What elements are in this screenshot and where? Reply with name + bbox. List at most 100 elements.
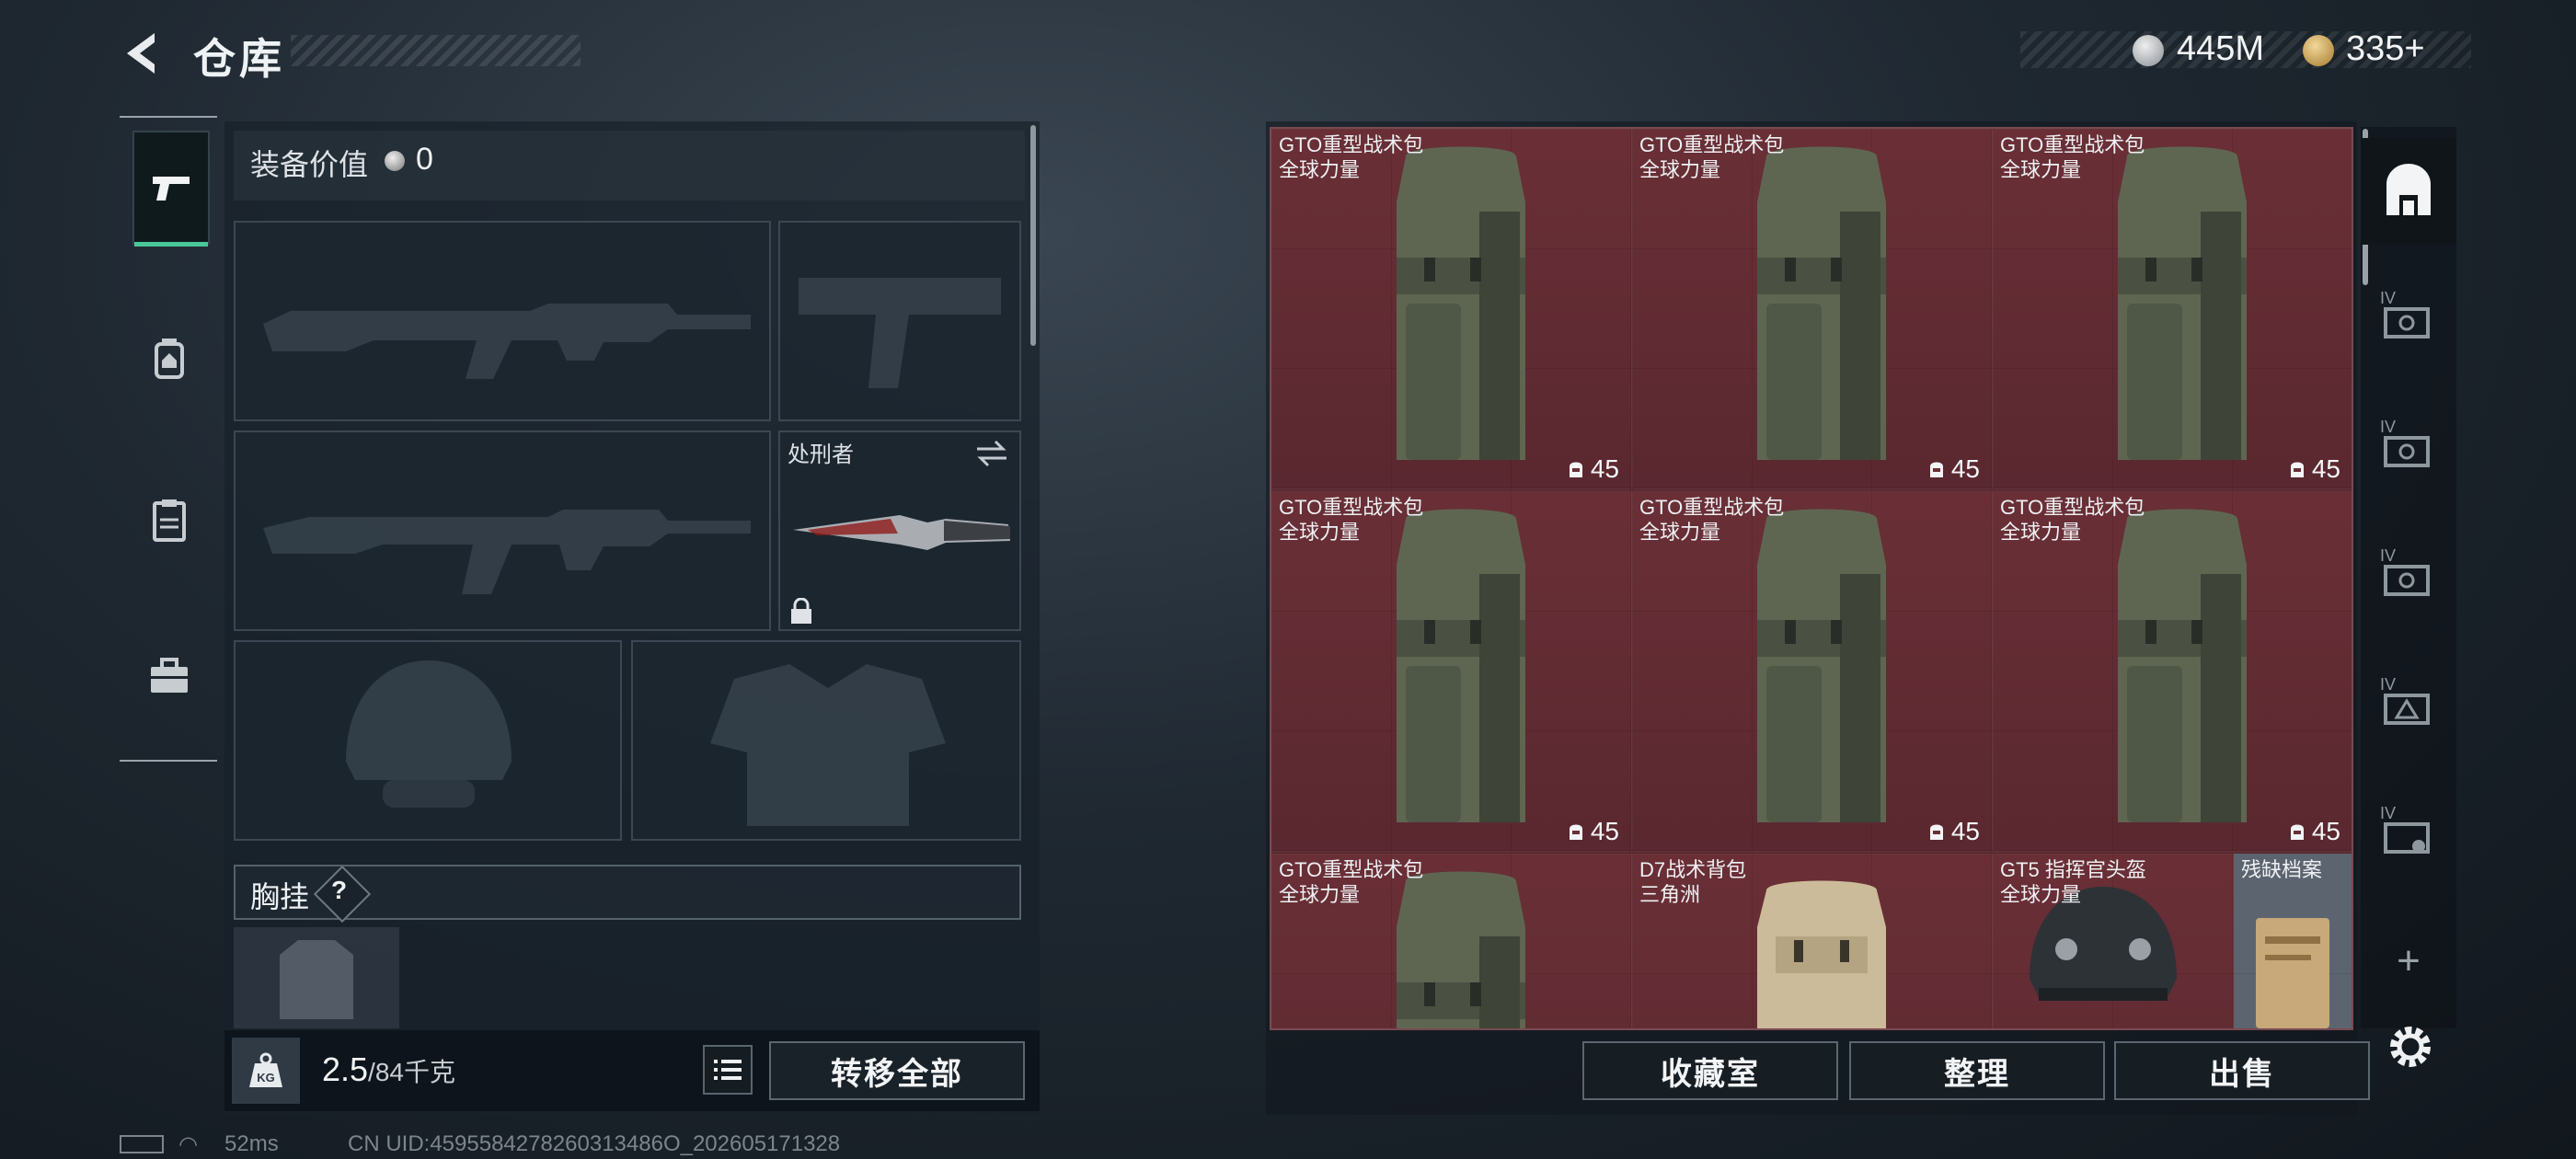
- item-name: GTO重型战术包 全球力量: [2000, 132, 2145, 182]
- item-title: GTO重型战术包: [1639, 133, 1785, 156]
- sidebar-tab-backpack[interactable]: [132, 304, 206, 414]
- equipment-value-amount: 0: [416, 142, 433, 177]
- item-capacity-value: 45: [2311, 817, 2340, 845]
- pistol-icon: [153, 177, 190, 201]
- backpack-icon: [155, 339, 184, 379]
- rifle-silhouette-icon: [263, 304, 751, 379]
- item-name: GT5 指挥官头盔 全球力量: [2000, 857, 2146, 907]
- item-title: GTO重型战术包: [1639, 496, 1785, 519]
- item-capacity-value: 45: [1950, 454, 1980, 483]
- svg-text:IV: IV: [2380, 418, 2396, 436]
- sell-button[interactable]: 出售: [2114, 1041, 2370, 1100]
- equipment-scrollbar[interactable]: [1030, 125, 1036, 346]
- storage-item[interactable]: GTO重型战术包 全球力量 45: [1271, 129, 1632, 489]
- list-view-button[interactable]: [703, 1045, 753, 1095]
- primary-weapon-slot-2[interactable]: [234, 430, 771, 631]
- sidebar-tab-toolbox[interactable]: [132, 622, 206, 732]
- backpack-green-image: [1730, 138, 1914, 483]
- item-name: GTO重型战术包 全球力量: [1279, 857, 1423, 907]
- transfer-all-button[interactable]: 转移全部: [769, 1041, 1025, 1100]
- storage-tab-main[interactable]: [2361, 138, 2456, 245]
- warehouse-icon: [2386, 164, 2431, 215]
- capacity-icon: [1569, 462, 1582, 477]
- armor-silhouette-icon: [710, 664, 946, 826]
- helmet-slot[interactable]: [234, 640, 622, 841]
- item-capacity-value: 45: [1590, 817, 1619, 845]
- item-title: GTO重型战术包: [1279, 496, 1424, 519]
- weight-icon: KG: [232, 1038, 300, 1104]
- chest-rig-silhouette-icon: [280, 940, 353, 1019]
- melee-slot[interactable]: 处刑者: [778, 430, 1021, 631]
- sidebar-tab-vest[interactable]: [132, 465, 206, 576]
- backpack-green-image: [2090, 500, 2274, 845]
- weight-max: /84千克: [368, 1058, 455, 1086]
- capacity-icon: [1929, 824, 1943, 840]
- chest-rig-slot[interactable]: [234, 927, 399, 1028]
- backpack-green-image: [2090, 138, 2274, 483]
- primary-weapon-slot-1[interactable]: [234, 221, 771, 421]
- item-faction: 全球力量: [1639, 521, 1721, 544]
- storage-item[interactable]: GT5 指挥官头盔 全球力量: [1993, 854, 2234, 1028]
- svg-text:IV: IV: [2380, 804, 2396, 822]
- item-title: D7战术背包: [1639, 858, 1747, 881]
- storage-item[interactable]: 残缺档案: [2234, 854, 2352, 1028]
- item-faction: 全球力量: [2000, 883, 2082, 906]
- backpack-green-image: [1730, 500, 1914, 845]
- battery-icon: [120, 1135, 164, 1153]
- item-capacity: 45: [1927, 454, 1980, 484]
- item-faction: 全球力量: [1279, 521, 1361, 544]
- storage-item[interactable]: GTO重型战术包 全球力量 45: [1993, 491, 2352, 852]
- storage-item[interactable]: GTO重型战术包 全球力量 45: [1632, 491, 1993, 852]
- item-faction: 三角洲: [1639, 883, 1701, 906]
- storage-item[interactable]: D7战术背包 三角洲: [1632, 854, 1993, 1028]
- user-uid: CN UID:4595584278260313486O_202605171328: [348, 1131, 841, 1156]
- list-icon: [714, 1060, 742, 1080]
- storage-tab-iv-1[interactable]: IV: [2361, 263, 2456, 370]
- item-capacity-value: 45: [1950, 817, 1980, 845]
- item-capacity: 45: [1927, 817, 1980, 846]
- equipment-value-coin-icon: [385, 151, 405, 171]
- item-title: 残缺档案: [2241, 858, 2323, 881]
- storage-tab-iv-2[interactable]: IV: [2361, 392, 2456, 499]
- expansion-case-icon: IV: [2380, 675, 2430, 725]
- page-title: 仓库: [193, 35, 285, 83]
- weight-current: 2.5: [322, 1050, 369, 1088]
- silver-coin-icon: [2133, 35, 2164, 66]
- item-capacity: 45: [1567, 454, 1619, 484]
- item-capacity: 45: [2288, 817, 2340, 846]
- silver-currency-amount: 445M: [2177, 29, 2265, 68]
- storage-item[interactable]: GTO重型战术包 全球力量 45: [1632, 129, 1993, 489]
- sidebar-tab-weapons[interactable]: [132, 131, 210, 247]
- storage-tab-iv-4[interactable]: IV: [2361, 649, 2456, 756]
- toolbox-icon: [151, 658, 188, 693]
- item-capacity: 45: [2288, 454, 2340, 484]
- item-name: GTO重型战术包 全球力量: [1639, 495, 1784, 545]
- sidearm-slot[interactable]: [778, 221, 1021, 421]
- lock-icon: [791, 598, 811, 624]
- sort-button[interactable]: 整理: [1849, 1041, 2105, 1100]
- item-title: GTO重型战术包: [1279, 858, 1424, 881]
- armor-slot[interactable]: [631, 640, 1021, 841]
- capacity-icon: [1569, 824, 1582, 840]
- expansion-case-icon: IV: [2380, 418, 2430, 467]
- swap-icon[interactable]: [973, 438, 1010, 469]
- storage-tab-iv-5[interactable]: IV: [2361, 778, 2456, 885]
- item-name: 残缺档案: [2241, 857, 2322, 882]
- storage-item[interactable]: GTO重型战术包 全球力量: [1271, 854, 1632, 1028]
- storage-item[interactable]: GTO重型战术包 全球力量 45: [1271, 491, 1632, 852]
- settings-gear-icon[interactable]: [2385, 1021, 2436, 1073]
- pistol-silhouette-icon: [799, 278, 1001, 388]
- storage-item[interactable]: GTO重型战术包 全球力量 45: [1993, 129, 2352, 489]
- wifi-icon: ◠: [178, 1132, 198, 1157]
- svg-text:IV: IV: [2380, 675, 2396, 694]
- back-arrow-icon[interactable]: [118, 28, 169, 79]
- expansion-case-icon: IV: [2380, 289, 2430, 339]
- add-storage-tab-button[interactable]: +: [2361, 911, 2456, 1012]
- gold-currency-amount[interactable]: 335+: [2346, 29, 2425, 69]
- ping-readout: 52ms: [224, 1131, 279, 1156]
- backpack-tan-image: [1739, 872, 1904, 1028]
- item-faction: 全球力量: [2000, 521, 2082, 544]
- backpack-green-image: [1369, 500, 1553, 845]
- storage-tab-iv-3[interactable]: IV: [2361, 521, 2456, 627]
- collection-room-button[interactable]: 收藏室: [1582, 1041, 1838, 1100]
